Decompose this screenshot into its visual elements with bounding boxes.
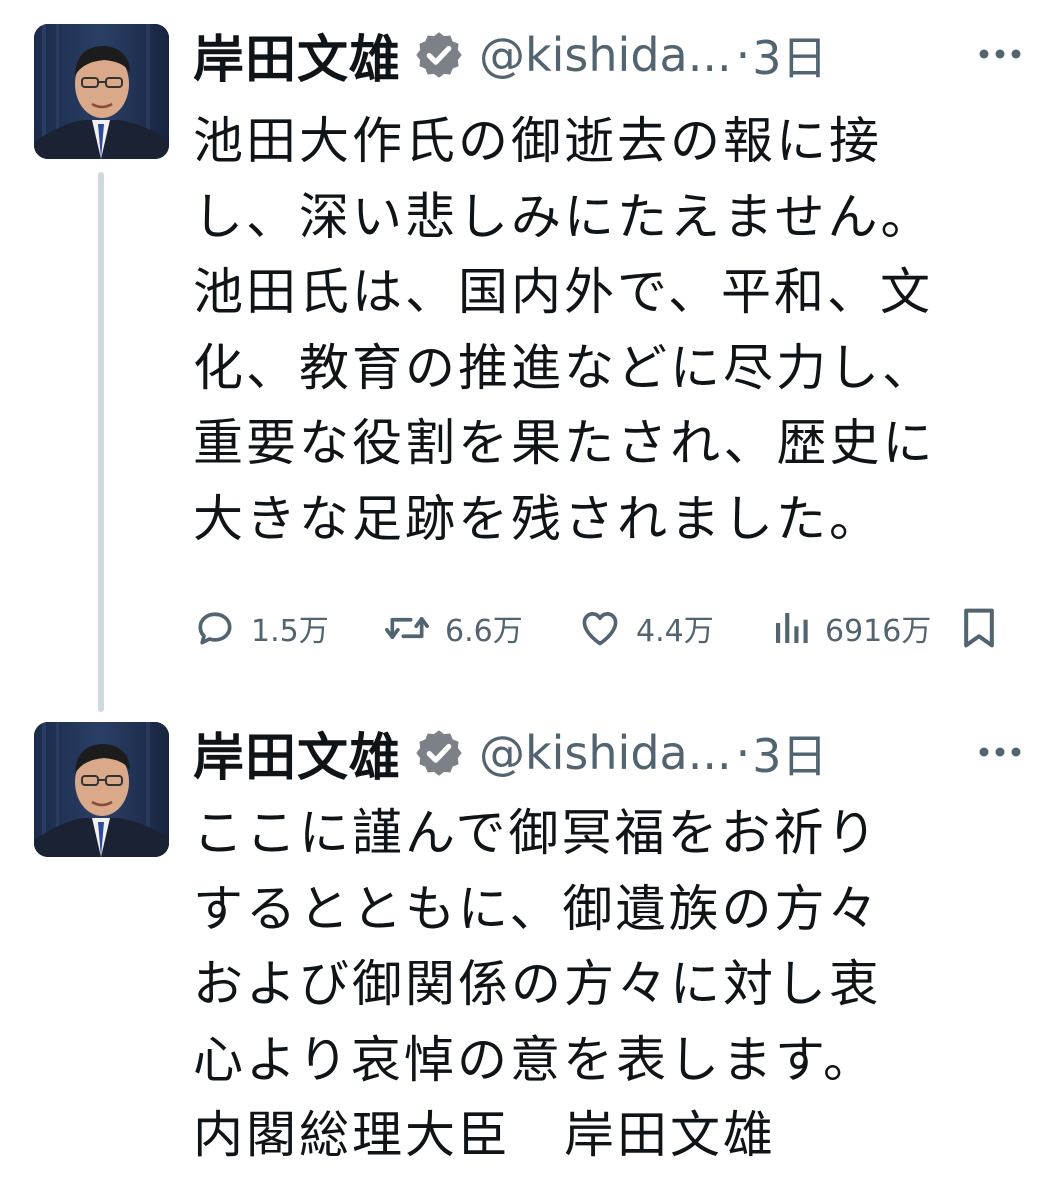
retweet-button[interactable]: 6.6万 (383, 598, 523, 658)
views-button[interactable]: 6916万 (771, 598, 931, 658)
tweet[interactable]: 岸田文雄 @kishida... · 3日 池田大作氏の御逝去の報に接 し、深い… (0, 0, 1057, 712)
author-name[interactable]: 岸田文雄 (193, 716, 401, 790)
tweet-action-bar: 1.5万 6.6万 4.4万 6916万 (193, 598, 1023, 658)
reply-count: 1.5万 (251, 614, 329, 649)
views-count: 6916万 (825, 614, 932, 649)
reply-button[interactable]: 1.5万 (193, 598, 329, 658)
tweet-text-line: 重要な役割を果たされ、歴史に (193, 414, 936, 472)
views-icon (776, 613, 808, 643)
tweet-header: 岸田文雄 @kishida... · 3日 (193, 20, 828, 90)
heart-icon (582, 612, 618, 646)
verified-badge-icon[interactable] (413, 29, 465, 81)
avatar-photo (34, 24, 169, 159)
avatar[interactable] (34, 722, 169, 857)
retweet-icon (385, 617, 429, 639)
bookmark-button[interactable] (959, 598, 1013, 658)
tweet-text: ここに謹んで御冥福をお祈り するとともに、御遺族の方々 および御関係の方々に対し… (193, 796, 1023, 1174)
tweet-timestamp[interactable]: 3日 (752, 720, 827, 786)
author-handle[interactable]: @kishida... (479, 726, 732, 780)
tweet-text-line: するとともに、御遺族の方々 (193, 879, 881, 938)
tweet-text-line: 化、教育の推進などに尽力し、 (193, 338, 935, 397)
like-count: 4.4万 (636, 614, 714, 649)
bookmark-icon (964, 608, 994, 648)
avatar-photo (34, 722, 169, 857)
tweet-text-line: 池田大作氏の御逝去の報に接 (193, 112, 882, 170)
retweet-count: 6.6万 (445, 614, 523, 649)
more-dots-icon[interactable] (976, 742, 1024, 762)
author-handle[interactable]: @kishida... (479, 28, 732, 82)
tweet[interactable]: 岸田文雄 @kishida... · 3日 ここに謹んで御冥福をお祈り するとと… (0, 700, 1057, 1200)
tweet-text-line: 心より哀悼の意を表します。 (193, 1030, 876, 1089)
reply-icon (198, 612, 232, 645)
tweet-text-line: ここに謹んで御冥福をお祈り (193, 804, 880, 862)
tweet-text-line: し、深い悲しみにたえません。 (193, 187, 934, 246)
more-dots-icon[interactable] (976, 44, 1024, 64)
thread-connector-line (98, 172, 104, 712)
avatar[interactable] (34, 24, 169, 159)
tweet-text-line: 内閣総理大臣 岸田文雄 (193, 1106, 776, 1164)
tweet-text-line: 大きな足跡を残されました。 (193, 489, 882, 548)
author-name[interactable]: 岸田文雄 (193, 18, 401, 92)
separator-dot: · (735, 28, 751, 82)
tweet-text-line: および御関係の方々に対し衷 (193, 955, 882, 1013)
tweet-header: 岸田文雄 @kishida... · 3日 (193, 718, 828, 788)
tweet-text-line: 池田氏は、国内外で、平和、文 (193, 263, 933, 321)
verified-badge-icon[interactable] (413, 727, 465, 779)
tweet-timestamp[interactable]: 3日 (752, 22, 827, 88)
tweet-text: 池田大作氏の御逝去の報に接 し、深い悲しみにたえません。 池田氏は、国内外で、平… (193, 104, 1023, 557)
like-button[interactable]: 4.4万 (578, 598, 714, 658)
separator-dot: · (735, 726, 751, 780)
